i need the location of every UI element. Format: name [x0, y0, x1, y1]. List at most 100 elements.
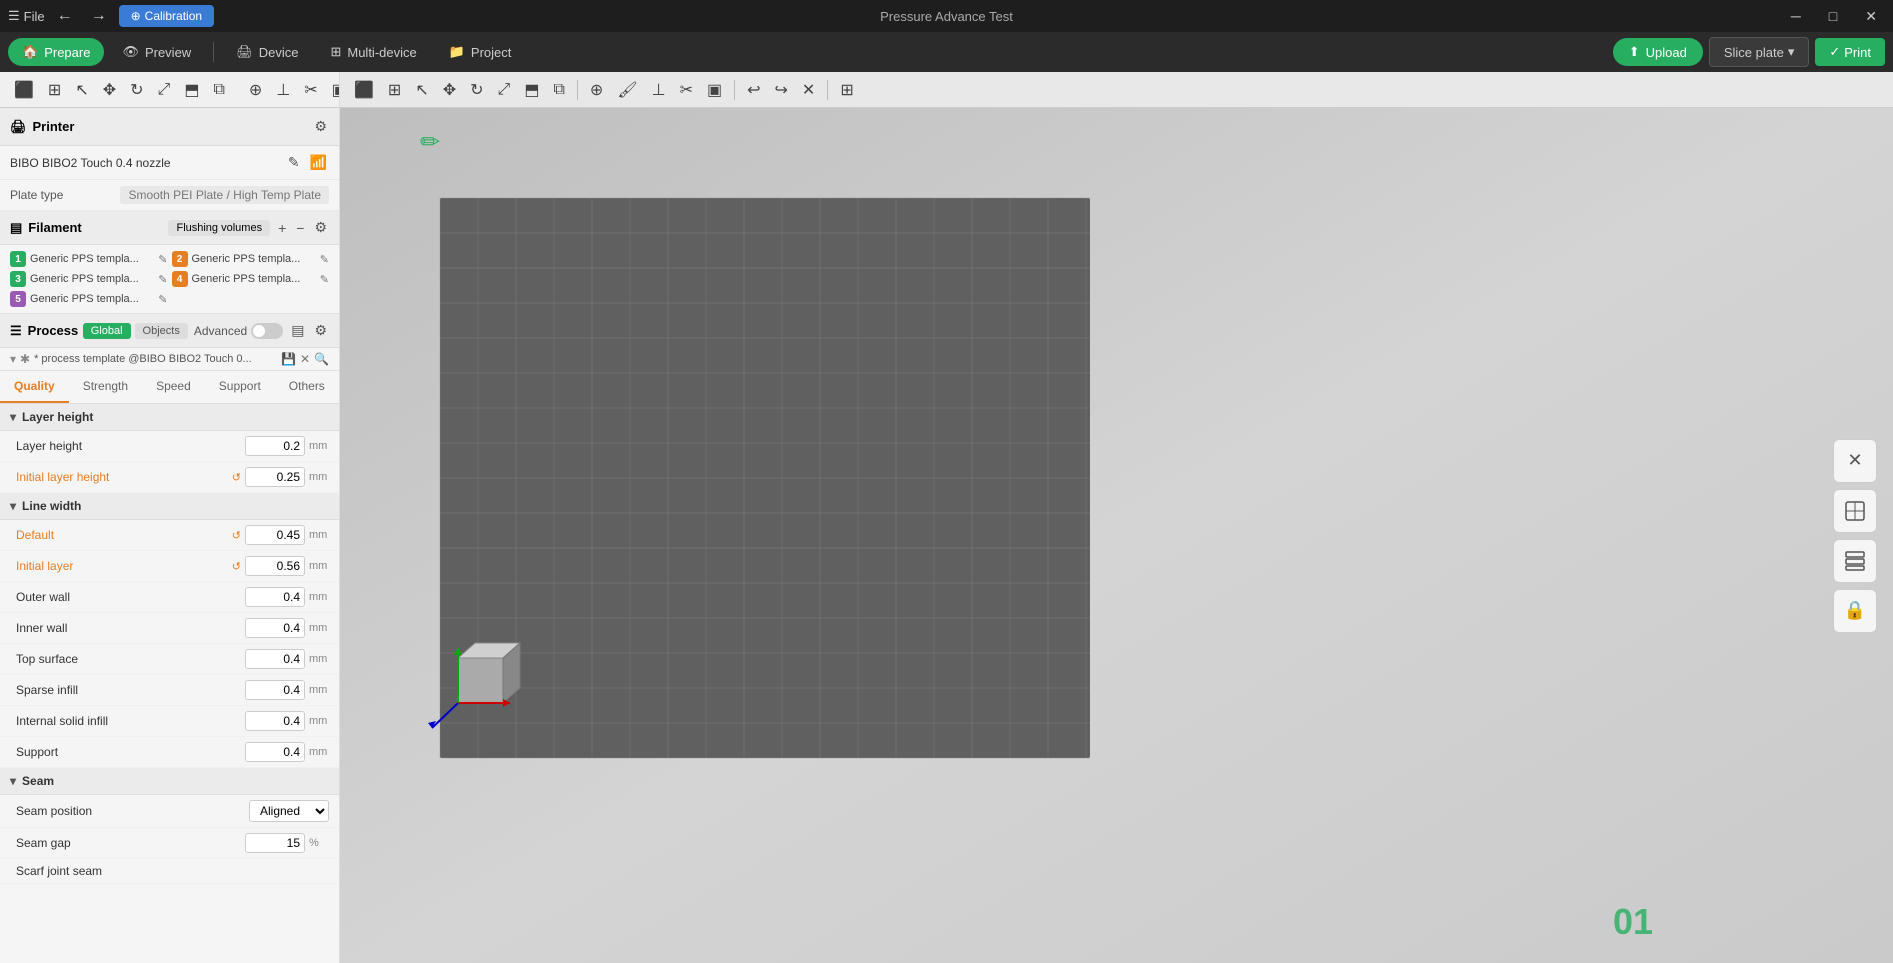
- move-icon[interactable]: ✥: [97, 76, 122, 104]
- vp-seam-icon[interactable]: ✂: [674, 76, 699, 104]
- back-button[interactable]: ←: [51, 5, 79, 27]
- vp-move-icon[interactable]: ✥: [437, 76, 462, 104]
- cube-icon[interactable]: ⬛: [8, 76, 40, 104]
- initial-layer-lw-input[interactable]: [245, 556, 305, 576]
- printer-edit-button[interactable]: ✎: [286, 152, 302, 173]
- flatten-icon[interactable]: ⬒: [178, 76, 205, 104]
- support-tab[interactable]: Support: [205, 371, 275, 403]
- vp-support-icon[interactable]: ⊥: [646, 76, 672, 104]
- multidevice-tab[interactable]: ⊞ Multi-device: [316, 38, 430, 66]
- vp-split-icon[interactable]: ⧉: [547, 77, 570, 103]
- viewport-canvas[interactable]: ✏: [340, 108, 1893, 963]
- minimize-button[interactable]: ─: [1783, 6, 1809, 27]
- template-save-button[interactable]: 💾: [281, 352, 296, 366]
- seam-gap-input[interactable]: [245, 833, 305, 853]
- vp-redo-icon[interactable]: ↪: [769, 76, 794, 104]
- remove-filament-button[interactable]: −: [294, 218, 306, 238]
- objects-tab[interactable]: Objects: [135, 323, 188, 339]
- vp-flatten-icon[interactable]: ⬒: [518, 76, 545, 104]
- internal-solid-infill-input[interactable]: [245, 711, 305, 731]
- filament-edit-2[interactable]: ✎: [320, 253, 329, 266]
- layercolor-icon[interactable]: ▣: [326, 76, 340, 104]
- filament-settings-button[interactable]: ⚙: [312, 217, 329, 238]
- vp-scale-icon[interactable]: ⤢: [492, 77, 517, 103]
- device-tab[interactable]: 🖨 Device: [222, 38, 312, 66]
- flushing-volumes-button[interactable]: Flushing volumes: [168, 220, 270, 236]
- inner-wall-input[interactable]: [245, 618, 305, 638]
- rotate-icon[interactable]: ↻: [124, 76, 149, 104]
- preview-tab[interactable]: 👁 Preview: [108, 38, 205, 66]
- file-menu[interactable]: ☰ File: [8, 8, 45, 24]
- initial-layer-height-input[interactable]: [245, 467, 305, 487]
- template-search-button[interactable]: 🔍: [314, 352, 329, 366]
- forward-button[interactable]: →: [85, 5, 113, 27]
- grid-icon[interactable]: ⊞: [42, 76, 67, 104]
- close-button[interactable]: ✕: [1857, 6, 1885, 27]
- layer-height-input[interactable]: [245, 436, 305, 456]
- advanced-toggle-switch[interactable]: [251, 323, 283, 339]
- vp-brush-icon[interactable]: 🖌: [611, 76, 643, 104]
- layers-button[interactable]: [1833, 539, 1877, 583]
- calibration-button[interactable]: ⊕ Calibration: [119, 5, 214, 27]
- vp-layer-icon[interactable]: ▣: [701, 76, 728, 104]
- scale-icon[interactable]: ⤢: [152, 77, 177, 103]
- vp-grid-icon[interactable]: ⊞: [382, 76, 407, 104]
- filament-edit-1[interactable]: ✎: [158, 253, 167, 266]
- slice-button[interactable]: Slice plate ▾: [1709, 37, 1810, 67]
- cursor-icon[interactable]: ↖: [69, 76, 94, 104]
- default-input[interactable]: [245, 525, 305, 545]
- default-reset[interactable]: ↺: [232, 529, 241, 542]
- restore-button[interactable]: □: [1821, 6, 1845, 27]
- paint-icon[interactable]: ⊕: [243, 76, 268, 104]
- process-template-row: ▾ ✱ * process template @BIBO BIBO2 Touch…: [0, 348, 339, 371]
- vp-rotate-icon[interactable]: ↻: [464, 76, 489, 104]
- strength-tab[interactable]: Strength: [69, 371, 142, 403]
- initial-layer-lw-reset[interactable]: ↺: [232, 560, 241, 573]
- viewport[interactable]: ⬛ ⊞ ↖ ✥ ↻ ⤢ ⬒ ⧉ ⊕ 🖌 ⊥ ✂ ▣ ↩ ↪ ✕ ⊞ ✏: [340, 72, 1893, 963]
- file-label[interactable]: File: [24, 9, 45, 24]
- add-filament-button[interactable]: +: [276, 218, 288, 238]
- process-title: ☰ Process: [10, 323, 78, 339]
- outer-wall-input[interactable]: [245, 587, 305, 607]
- sparse-infill-input[interactable]: [245, 680, 305, 700]
- section-collapse-icon: ▾: [10, 410, 16, 424]
- vp-snap-icon[interactable]: ⊞: [834, 76, 859, 104]
- process-settings-icon[interactable]: ⚙: [312, 320, 329, 341]
- seam-icon[interactable]: ✂: [298, 76, 323, 104]
- support-icon[interactable]: ⊥: [270, 76, 296, 104]
- filament-edit-4[interactable]: ✎: [320, 273, 329, 286]
- close-viewport-button[interactable]: ✕: [1833, 439, 1877, 483]
- seam-position-select[interactable]: Aligned Nearest Random Rear: [249, 800, 329, 822]
- vp-cursor-icon[interactable]: ↖: [409, 76, 434, 104]
- vp-delete-icon[interactable]: ✕: [796, 76, 821, 104]
- top-surface-input[interactable]: [245, 649, 305, 669]
- vp-undo-icon[interactable]: ↩: [741, 76, 766, 104]
- others-tab[interactable]: Others: [275, 371, 339, 403]
- global-tab[interactable]: Global: [83, 323, 131, 339]
- line-width-section-header[interactable]: ▾ Line width: [0, 493, 339, 520]
- filament-edit-5[interactable]: ✎: [158, 293, 167, 306]
- default-row: Default ↺ mm: [0, 520, 339, 551]
- lock-button[interactable]: 🔒: [1833, 589, 1877, 633]
- filament-edit-3[interactable]: ✎: [158, 273, 167, 286]
- support-label: Support: [16, 745, 245, 759]
- upload-button[interactable]: ⬆ Upload: [1613, 38, 1703, 66]
- speed-tab[interactable]: Speed: [142, 371, 205, 403]
- printer-settings-button[interactable]: ⚙: [312, 116, 329, 137]
- window-controls: ─ □ ✕: [1783, 6, 1885, 27]
- process-list-icon[interactable]: ▤: [289, 320, 306, 341]
- seam-section-header[interactable]: ▾ Seam: [0, 768, 339, 795]
- initial-layer-height-reset[interactable]: ↺: [232, 471, 241, 484]
- vp-cube-icon[interactable]: ⬛: [348, 76, 380, 104]
- settings-panel[interactable]: ▾ Layer height Layer height mm Initial l…: [0, 404, 339, 963]
- quality-tab[interactable]: Quality: [0, 371, 69, 403]
- split-icon[interactable]: ⧉: [207, 77, 230, 103]
- print-button[interactable]: ✓ Print: [1815, 38, 1885, 66]
- template-close-button[interactable]: ✕: [300, 352, 310, 366]
- vp-paint-icon[interactable]: ⊕: [584, 76, 609, 104]
- project-tab[interactable]: 📁 Project: [435, 38, 526, 66]
- layer-height-section-header[interactable]: ▾ Layer height: [0, 404, 339, 431]
- support-input[interactable]: [245, 742, 305, 762]
- wireframe-button[interactable]: [1833, 489, 1877, 533]
- prepare-tab[interactable]: 🏠 Prepare: [8, 38, 104, 66]
